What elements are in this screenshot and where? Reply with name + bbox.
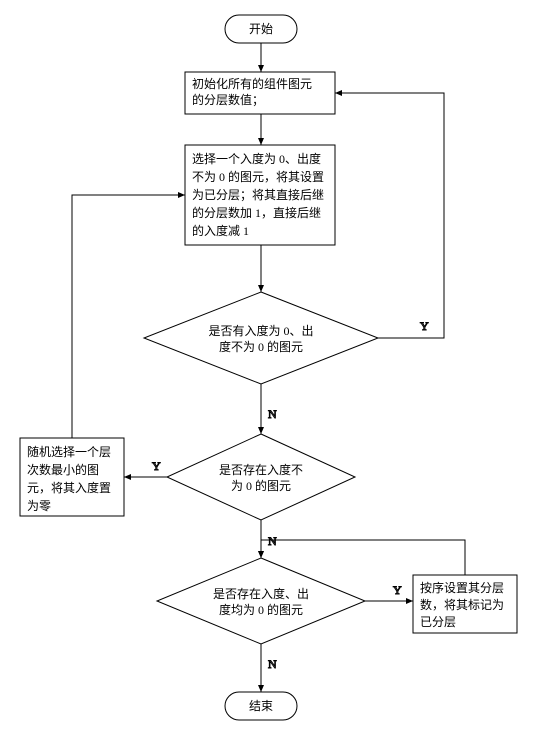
svg-text:N: N	[268, 407, 277, 421]
svg-text:Y: Y	[152, 459, 161, 473]
decision-isolated: 是否存在入度、出 度均为 0 的图元	[157, 558, 365, 644]
svg-text:选择一个入度为 0、出度: 选择一个入度为 0、出度	[192, 151, 321, 166]
svg-text:N: N	[268, 657, 277, 671]
svg-text:为已分层；将其直接后继: 为已分层；将其直接后继	[192, 187, 324, 202]
svg-text:N: N	[268, 534, 277, 548]
init-process: 初始化所有的组件图元 的分层数值；	[185, 72, 335, 114]
svg-text:为零: 为零	[27, 499, 51, 513]
svg-text:数，将其标记为: 数，将其标记为	[420, 597, 504, 612]
process-random-select: 随机选择一个层 次数最小的图 元，将其入度置 为零	[20, 438, 124, 516]
svg-text:为 0 的图元: 为 0 的图元	[231, 478, 291, 493]
process-select: 选择一个入度为 0、出度 不为 0 的图元，将其设置 为已分层；将其直接后继 的…	[185, 145, 335, 245]
svg-text:不为 0 的图元，将其设置: 不为 0 的图元，将其设置	[192, 169, 324, 184]
end-node: 结束	[225, 692, 297, 720]
start-node: 开始	[225, 15, 297, 43]
process-set-layer: 按序设置其分层 数，将其标记为 已分层	[413, 575, 517, 633]
svg-text:是否存在入度不: 是否存在入度不	[219, 462, 303, 477]
svg-text:的入度减 1: 的入度减 1	[192, 223, 249, 238]
svg-text:随机选择一个层: 随机选择一个层	[27, 444, 111, 459]
svg-text:Y: Y	[393, 583, 402, 597]
decision-has-indegree: 是否存在入度不 为 0 的图元	[167, 434, 355, 520]
svg-text:结束: 结束	[249, 699, 273, 713]
svg-text:的分层数加 1，直接后继: 的分层数加 1，直接后继	[192, 205, 321, 220]
svg-text:次数最小的图: 次数最小的图	[27, 462, 99, 477]
svg-text:度不为 0 的图元: 度不为 0 的图元	[219, 339, 303, 354]
svg-text:已分层: 已分层	[420, 615, 456, 629]
svg-text:按序设置其分层: 按序设置其分层	[420, 580, 504, 595]
svg-text:的分层数值；: 的分层数值；	[192, 92, 264, 107]
decision-indegree-zero: 是否有入度为 0、出 度不为 0 的图元	[144, 292, 378, 384]
svg-text:元，将其入度置: 元，将其入度置	[27, 480, 111, 495]
svg-text:初始化所有的组件图元: 初始化所有的组件图元	[192, 76, 312, 91]
svg-text:度均为 0 的图元: 度均为 0 的图元	[219, 602, 303, 617]
svg-text:Y: Y	[420, 319, 429, 333]
svg-text:是否存在入度、出: 是否存在入度、出	[213, 586, 309, 601]
flowchart-diagram: 开始 初始化所有的组件图元 的分层数值； 选择一个入度为 0、出度 不为 0 的…	[0, 0, 551, 740]
svg-text:开始: 开始	[249, 22, 273, 36]
svg-text:是否有入度为 0、出: 是否有入度为 0、出	[208, 323, 313, 338]
